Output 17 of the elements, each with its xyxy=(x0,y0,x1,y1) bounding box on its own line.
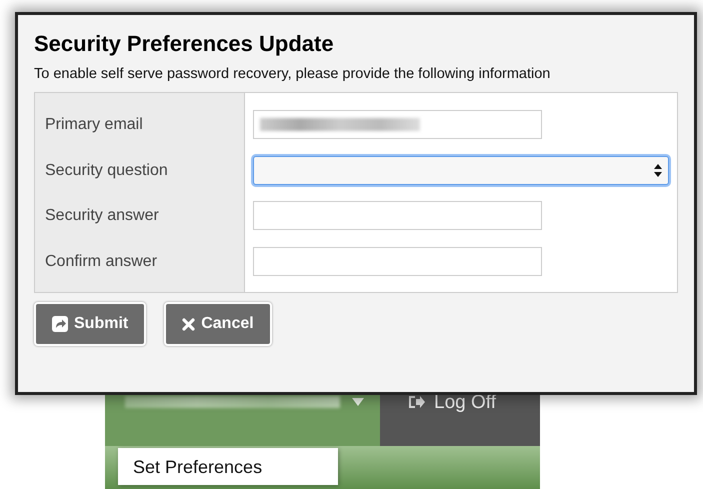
dialog-title: Security Preferences Update xyxy=(34,31,335,57)
cancel-button[interactable]: Cancel xyxy=(164,302,272,346)
up-down-arrow-icon xyxy=(654,164,662,176)
field-label: Primary email xyxy=(44,115,144,135)
input-field[interactable] xyxy=(253,201,542,230)
input-field[interactable] xyxy=(253,110,542,139)
input-field[interactable] xyxy=(253,246,542,276)
exit-icon xyxy=(408,395,426,409)
close-icon xyxy=(182,318,196,330)
submit-button[interactable]: Submit xyxy=(34,302,146,346)
dialog-description: To enable self serve password recovery, please provide the following information xyxy=(34,65,552,84)
field-label: Security answer xyxy=(44,206,160,226)
caret-icon xyxy=(352,398,364,406)
security-question-select[interactable] xyxy=(253,156,669,184)
field-label: Security question xyxy=(44,160,169,180)
menu-item[interactable]: Set Preferences xyxy=(118,448,338,485)
field-label: Confirm answer xyxy=(44,252,158,272)
